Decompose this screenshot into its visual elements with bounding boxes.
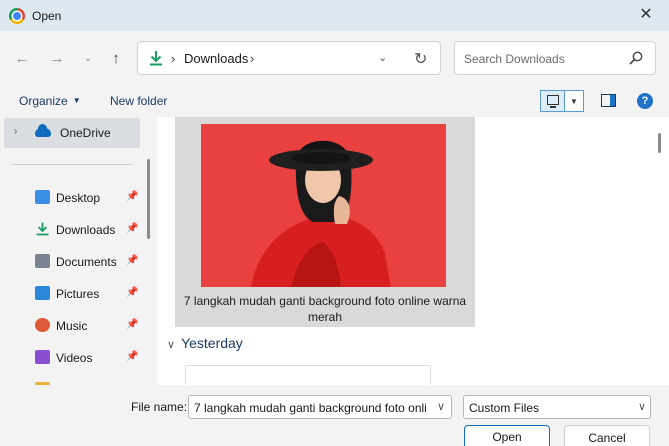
address-bar[interactable]: › Downloads › ⌄ ↻	[137, 41, 441, 75]
caption-line: 7 langkah mudah ganti background foto on…	[183, 294, 467, 308]
desktop-icon	[35, 190, 50, 204]
caption-line: merah	[307, 310, 342, 324]
breadcrumb-separator-icon[interactable]: ›	[250, 51, 254, 66]
file-tile-selected[interactable]: 7 langkah mudah ganti background foto on…	[175, 117, 475, 327]
search-box[interactable]: Search Downloads	[454, 41, 656, 75]
file-name-caption: 7 langkah mudah ganti background foto on…	[175, 293, 475, 325]
video-icon	[35, 350, 50, 364]
sidebar-item-pictures[interactable]: Pictures 📌	[0, 282, 145, 306]
file-list: 7 langkah mudah ganti background foto on…	[157, 117, 669, 385]
sidebar-item-label: Documents	[56, 255, 117, 269]
collapse-chevron-icon[interactable]: ∨	[167, 338, 175, 351]
music-icon	[35, 318, 50, 332]
open-button[interactable]: Open	[464, 425, 550, 446]
chevron-down-icon[interactable]: ∨	[431, 396, 451, 418]
sidebar-item-label: OneDrive	[60, 126, 111, 140]
caret-down-icon: ▼	[72, 96, 81, 105]
file-name-label: File name:	[131, 400, 188, 414]
sidebar-item-folder[interactable]	[0, 378, 145, 385]
sidebar-item-label: Desktop	[56, 191, 101, 205]
document-icon	[35, 254, 50, 268]
command-bar: Organize ▼ New folder ▼ ?	[0, 85, 669, 117]
up-arrow-icon[interactable]: ↑	[106, 50, 126, 68]
back-arrow-icon[interactable]: ←	[12, 50, 32, 68]
expand-chevron-icon[interactable]: ›	[14, 126, 17, 137]
sidebar-item-label: Music	[56, 319, 88, 333]
woman-hat-photo	[201, 124, 446, 287]
download-icon	[36, 222, 49, 236]
pin-icon[interactable]: 📌	[126, 319, 138, 330]
sidebar-item-label: Videos	[56, 351, 93, 365]
search-input[interactable]: Search Downloads	[464, 52, 565, 66]
refresh-icon[interactable]: ↻	[414, 49, 427, 69]
sidebar-item-desktop[interactable]: Desktop 📌	[0, 186, 145, 210]
breadcrumb-separator-icon[interactable]: ›	[171, 51, 175, 66]
chevron-down-icon[interactable]: ∨	[638, 400, 646, 413]
new-folder-button[interactable]: New folder	[110, 94, 167, 108]
address-dropdown-icon[interactable]: ⌄	[378, 51, 387, 64]
group-header-yesterday[interactable]: ∨ Yesterday	[167, 335, 243, 351]
image-thumbnail	[201, 124, 446, 287]
sidebar-item-downloads[interactable]: Downloads 📌	[0, 218, 145, 242]
sidebar-item-videos[interactable]: Videos 📌	[0, 346, 145, 370]
sidebar-item-onedrive[interactable]: › OneDrive	[4, 118, 140, 148]
pin-icon[interactable]: 📌	[126, 223, 138, 234]
sidebar-item-label: Downloads	[56, 223, 116, 237]
preview-pane-icon[interactable]	[601, 94, 616, 107]
organize-label: Organize	[19, 94, 68, 108]
sidebar-divider	[12, 164, 132, 165]
chrome-icon	[9, 8, 25, 24]
dialog-footer: File name: 7 langkah mudah ganti backgro…	[0, 385, 669, 446]
content-scrollbar[interactable]	[658, 133, 661, 153]
navigation-pane: › OneDrive Desktop 📌 Downloads 📌 Documen…	[0, 117, 157, 385]
sidebar-scrollbar[interactable]	[147, 159, 150, 239]
monitor-icon	[547, 95, 559, 108]
file-type-select[interactable]: Custom Files ∨	[463, 395, 651, 419]
breadcrumb-downloads[interactable]: Downloads	[184, 51, 248, 66]
file-name-value[interactable]: 7 langkah mudah ganti background foto on…	[194, 401, 427, 415]
search-icon[interactable]	[629, 51, 643, 65]
view-options-dropdown[interactable]: ▼	[565, 90, 584, 112]
window-title: Open	[32, 9, 62, 23]
recent-locations-chevron-icon[interactable]: ⌄	[78, 50, 98, 68]
pin-icon[interactable]: 📌	[126, 351, 138, 362]
cloud-icon	[35, 124, 51, 137]
cancel-button[interactable]: Cancel	[564, 425, 650, 446]
title-bar: Open ✕	[0, 0, 669, 31]
file-name-field[interactable]: 7 langkah mudah ganti background foto on…	[188, 395, 452, 419]
sidebar-item-documents[interactable]: Documents 📌	[0, 250, 145, 274]
help-icon[interactable]: ?	[637, 93, 653, 109]
pin-icon[interactable]: 📌	[126, 287, 138, 298]
navigation-bar: ← → ⌄ ↑ › Downloads › ⌄ ↻ Search Downloa…	[0, 31, 669, 85]
group-header-label: Yesterday	[181, 335, 243, 351]
sidebar-item-music[interactable]: Music 📌	[0, 314, 145, 338]
file-tile[interactable]	[185, 365, 431, 385]
sidebar-item-label: Pictures	[56, 287, 100, 301]
close-icon[interactable]: ✕	[637, 6, 655, 24]
pin-icon[interactable]: 📌	[126, 191, 138, 202]
pin-icon[interactable]: 📌	[126, 255, 138, 266]
organize-button[interactable]: Organize ▼	[19, 94, 81, 108]
picture-icon	[35, 286, 50, 300]
forward-arrow-icon[interactable]: →	[47, 50, 67, 68]
change-view-button[interactable]	[540, 90, 565, 112]
file-type-value: Custom Files	[469, 401, 540, 415]
download-icon	[150, 51, 162, 66]
